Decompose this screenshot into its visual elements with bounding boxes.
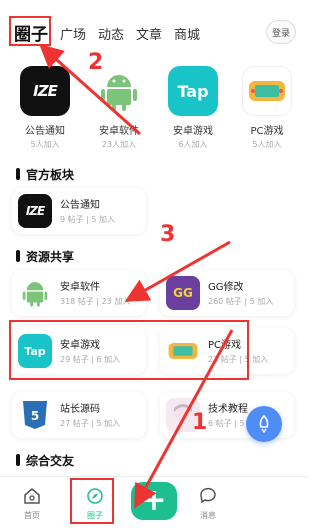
card-stats: 260 帖子 | 5 加入 — [208, 297, 274, 306]
section-title-text: 资源共享 — [26, 250, 75, 264]
annotation-number-1: 1 — [192, 410, 208, 435]
section-title-official: 官方板块 — [16, 166, 74, 183]
bottom-tab-label: 首页 — [24, 511, 40, 520]
section-marker — [16, 250, 20, 262]
create-post-button[interactable]: + — [131, 482, 177, 520]
section-title-text: 综合交友 — [26, 454, 75, 468]
section-title-chat: 综合交友 — [16, 452, 74, 469]
html5-icon: 5 — [18, 398, 52, 432]
section-marker — [16, 168, 20, 180]
card-name: 安卓软件 — [60, 282, 100, 293]
tab-dynamics[interactable]: 动态 — [98, 24, 124, 43]
section-title-text: 官方板块 — [26, 168, 75, 182]
annotation-box-games — [9, 320, 249, 380]
featured-name: 安卓软件 — [99, 126, 139, 137]
featured-item-pc-games[interactable]: PC游戏 5人加入 — [235, 66, 299, 150]
chat-icon — [200, 487, 216, 504]
card-stats: 27 帖子 | 5 加入 — [60, 419, 121, 428]
bottom-tab-home[interactable]: 首页 — [12, 487, 52, 521]
featured-item-android-apps[interactable]: 安卓软件 23人加入 — [87, 66, 151, 150]
annotation-number-3: 3 — [160, 222, 176, 247]
featured-count: 23人加入 — [101, 140, 137, 149]
featured-item-android-games[interactable]: Tap 安卓游戏 6人加入 — [161, 66, 225, 150]
svg-text:5: 5 — [31, 409, 39, 423]
featured-count: 6人加入 — [178, 140, 208, 149]
featured-name: 安卓游戏 — [173, 126, 213, 137]
card-name: 公告通知 — [60, 200, 100, 211]
plus-icon: + — [141, 483, 167, 518]
card-site-source[interactable]: 5 站长源码 27 帖子 | 5 加入 — [12, 392, 146, 438]
card-name: GG修改 — [208, 282, 244, 293]
ize-logo-icon: IZE — [20, 66, 70, 116]
gg-icon: GG — [166, 276, 200, 310]
card-gg-modify[interactable]: GG GG修改 260 帖子 | 5 加入 — [160, 270, 294, 316]
featured-count: 5人加入 — [30, 140, 60, 149]
taptap-icon: Tap — [168, 66, 218, 116]
tab-articles[interactable]: 文章 — [136, 24, 162, 43]
gamepad-icon — [242, 66, 292, 116]
tab-mall[interactable]: 商城 — [174, 24, 200, 43]
card-name: 技术教程 — [208, 404, 248, 415]
ize-logo-icon: IZE — [18, 194, 52, 228]
annotation-number-2: 2 — [88, 50, 104, 75]
section-marker — [16, 454, 20, 466]
featured-count: 5人加入 — [252, 140, 282, 149]
bottom-tab-message[interactable]: 消息 — [188, 487, 228, 521]
android-icon — [18, 276, 52, 310]
featured-name: 公告通知 — [25, 126, 65, 137]
section-title-resources: 资源共享 — [16, 248, 74, 265]
annotation-box-tab — [9, 16, 51, 46]
login-button[interactable]: 登录 — [266, 20, 296, 44]
featured-name: PC游戏 — [250, 126, 284, 137]
home-icon — [24, 488, 40, 504]
card-announcements[interactable]: IZE 公告通知 9 帖子 | 5 加入 — [12, 188, 146, 234]
rocket-fab-button[interactable] — [246, 406, 282, 442]
annotation-box-bottom-circle — [70, 478, 114, 524]
rocket-icon — [259, 415, 269, 433]
bottom-tab-label: 消息 — [200, 511, 216, 520]
card-name: 站长源码 — [60, 404, 100, 415]
card-stats: 9 帖子 | 5 加入 — [60, 215, 116, 224]
featured-item-announcements[interactable]: IZE 公告通知 5人加入 — [13, 66, 77, 150]
tab-square[interactable]: 广场 — [60, 24, 86, 43]
card-stats: 318 帖子 | 23 加入 — [60, 297, 131, 306]
card-android-apps[interactable]: 安卓软件 318 帖子 | 23 加入 — [12, 270, 146, 316]
